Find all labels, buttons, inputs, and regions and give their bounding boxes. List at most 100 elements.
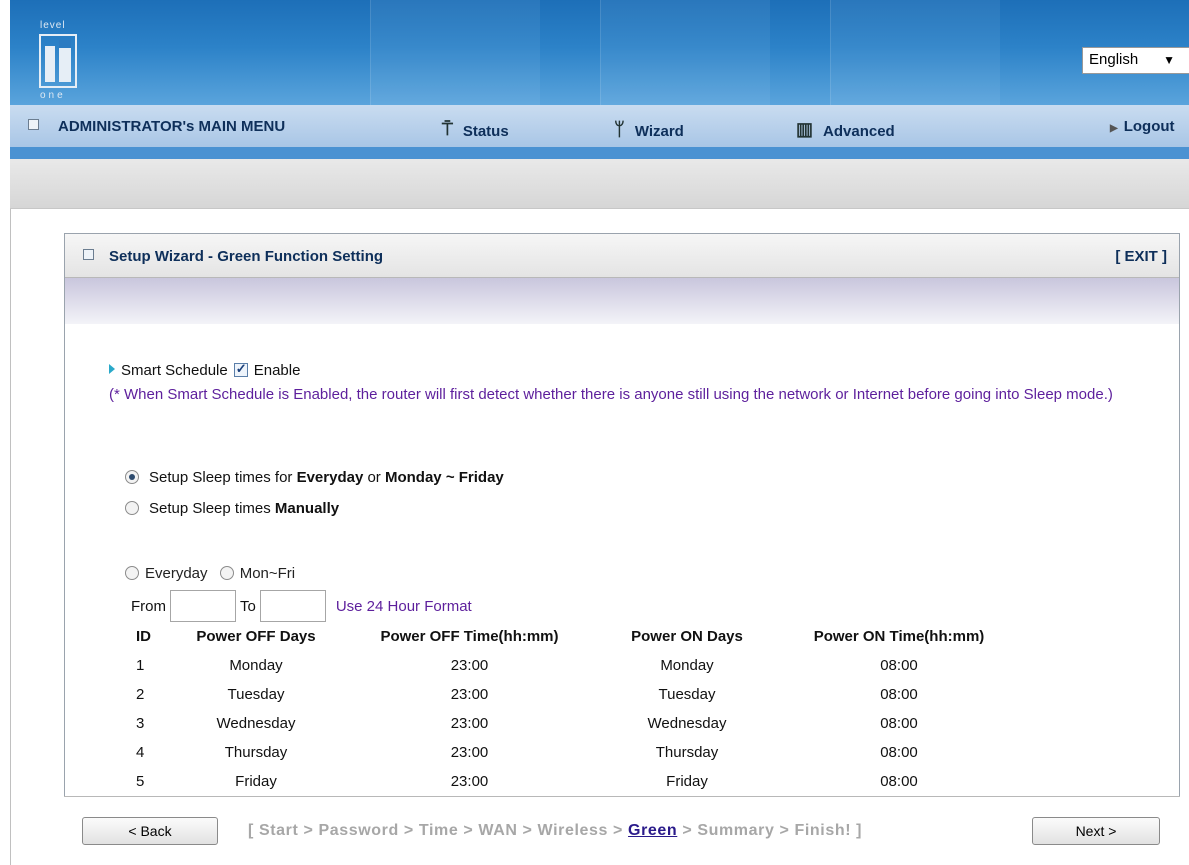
smart-schedule-enable-checkbox[interactable]: ✓ — [233, 361, 248, 377]
table-row: 1 Monday 23:00 Monday 08:00 — [120, 651, 1021, 680]
to-time-input[interactable] — [259, 590, 326, 622]
triangle-right-icon: ▶ — [1110, 123, 1118, 134]
table-header-row: ID Power OFF Days Power OFF Time(hh:mm) … — [120, 622, 1021, 651]
mode-option-everyday-monfri[interactable]: Setup Sleep times for Everyday or Monday… — [125, 469, 504, 486]
exit-link[interactable]: [ EXIT ] — [1115, 248, 1167, 265]
steps-before: [ Start > Password > Time > WAN > Wirele… — [248, 822, 629, 839]
menu-item-label: Wizard — [634, 123, 684, 140]
steps-after: > Summary > Finish! ] — [677, 822, 863, 839]
language-select[interactable]: English ▼ — [1082, 47, 1189, 74]
monfri-label: Mon~Fri — [239, 565, 296, 582]
cell-id: 1 — [136, 657, 145, 674]
cell-on-day: Tuesday — [658, 686, 716, 703]
mode-option2-text: Setup Sleep times — [149, 500, 275, 517]
cell-off-time: 23:00 — [450, 773, 489, 790]
header-panel — [370, 0, 540, 105]
cell-on-time: 08:00 — [880, 773, 918, 790]
menu-accent-bar — [10, 147, 1189, 159]
cell-id: 5 — [136, 773, 145, 790]
mode-option1-text: Setup Sleep times for — [149, 469, 297, 486]
cell-on-day: Monday — [660, 657, 714, 674]
cell-on-day: Friday — [666, 773, 708, 790]
cell-on-time: 08:00 — [880, 657, 918, 674]
col-header-power-off-days: Power OFF Days — [196, 628, 316, 645]
checkmark-icon: ✓ — [235, 361, 247, 376]
sleep-schedule-table: ID Power OFF Days Power OFF Time(hh:mm) … — [120, 622, 1021, 796]
advanced-icon: ▥ — [796, 119, 814, 139]
header-panel — [830, 0, 1000, 105]
header-banner: level one — [10, 0, 1189, 105]
cell-off-time: 23:00 — [450, 715, 489, 732]
col-header-power-on-time: Power ON Time(hh:mm) — [813, 628, 985, 645]
mode-option1-or: or — [363, 469, 385, 486]
table-row: 2 Tuesday 23:00 Tuesday 08:00 — [120, 680, 1021, 709]
wizard-panel-header: Setup Wizard - Green Function Setting [ … — [65, 234, 1179, 278]
current-step-link[interactable]: Green — [628, 822, 677, 839]
cell-off-day: Friday — [235, 773, 277, 790]
cell-on-day: Thursday — [655, 744, 719, 761]
from-label: From — [131, 597, 166, 615]
table-row: 3 Wednesday 23:00 Wednesday 08:00 — [120, 709, 1021, 738]
levelone-logo: level one — [37, 20, 89, 101]
next-button[interactable]: Next > — [1032, 817, 1160, 845]
cell-on-time: 08:00 — [880, 686, 918, 703]
triangle-bullet-icon — [109, 364, 115, 374]
mode-option1-monfri: Monday ~ Friday — [384, 469, 504, 486]
main-menu-title: ADMINISTRATOR's MAIN MENU — [58, 118, 286, 135]
cell-on-day: Wednesday — [647, 715, 727, 732]
menu-item-wizard[interactable]: ᛘ Wizard — [614, 114, 684, 140]
toolbar-strip — [10, 159, 1189, 209]
mode-option-manual[interactable]: Setup Sleep times Manually — [125, 500, 339, 517]
cell-off-time: 23:00 — [450, 686, 489, 703]
menu-item-label: Advanced — [823, 123, 895, 140]
wizard-footer: < Back [ Start > Password > Time > WAN >… — [64, 796, 1180, 865]
cell-off-day: Tuesday — [227, 686, 285, 703]
time-range-row: From To Use 24 Hour Format — [131, 588, 472, 624]
cell-id: 2 — [136, 686, 145, 703]
day-range-row: Everyday Mon~Fri — [125, 565, 295, 582]
wizard-icon: ᛘ — [614, 119, 625, 139]
menu-item-label: Status — [462, 123, 509, 140]
cell-id: 4 — [136, 744, 145, 761]
page-title: Setup Wizard - Green Function Setting — [109, 248, 384, 265]
table-row: 5 Friday 23:00 Friday 08:00 — [120, 767, 1021, 796]
panel-gradient-band — [65, 278, 1179, 324]
language-selected-value: English — [1089, 51, 1139, 68]
monfri-radio[interactable] — [219, 566, 234, 580]
cell-on-time: 08:00 — [880, 715, 918, 732]
cell-off-day: Thursday — [224, 744, 288, 761]
mode-radio-everyday-monfri[interactable] — [125, 470, 139, 484]
chevron-down-icon: ▼ — [1163, 53, 1175, 67]
everyday-radio[interactable] — [125, 566, 139, 580]
logo-top-text: level — [40, 20, 66, 31]
table-row: 4 Thursday 23:00 Thursday 08:00 — [120, 738, 1021, 767]
mode-option2-manually: Manually — [274, 500, 340, 517]
mode-option1-everyday: Everyday — [296, 469, 364, 486]
cell-off-time: 23:00 — [450, 657, 489, 674]
col-header-power-on-days: Power ON Days — [631, 628, 743, 645]
mode-radio-manual[interactable] — [125, 501, 139, 515]
cell-id: 3 — [136, 715, 145, 732]
main-menu-bar: ADMINISTRATOR's MAIN MENU ⍑ Status ᛘ Wiz… — [10, 105, 1189, 147]
format-hint: Use 24 Hour Format — [335, 597, 472, 615]
col-header-power-off-time: Power OFF Time(hh:mm) — [380, 628, 559, 645]
smart-schedule-label: Smart Schedule — [121, 362, 228, 379]
status-person-icon: ⍑ — [442, 119, 453, 139]
square-bullet-icon — [83, 249, 94, 260]
enable-label: Enable — [253, 362, 301, 379]
logo-bottom-text: one — [40, 90, 66, 101]
menu-item-advanced[interactable]: ▥ Advanced — [796, 114, 895, 140]
cell-off-day: Wednesday — [216, 715, 296, 732]
logout-label: Logout — [1123, 118, 1175, 135]
smart-schedule-row: Smart Schedule ✓ Enable — [109, 361, 301, 379]
from-time-input[interactable] — [170, 590, 236, 622]
col-header-id: ID — [136, 628, 151, 645]
header-panel — [600, 0, 770, 105]
cell-off-time: 23:00 — [450, 744, 489, 761]
smart-schedule-note: (* When Smart Schedule is Enabled, the r… — [109, 386, 1113, 403]
menu-item-status[interactable]: ⍑ Status — [442, 114, 509, 140]
everyday-label: Everyday — [145, 565, 208, 582]
back-button[interactable]: < Back — [82, 817, 218, 845]
wizard-steps-breadcrumb: [ Start > Password > Time > WAN > Wirele… — [248, 822, 862, 840]
logout-link[interactable]: ▶ Logout — [1110, 118, 1175, 135]
